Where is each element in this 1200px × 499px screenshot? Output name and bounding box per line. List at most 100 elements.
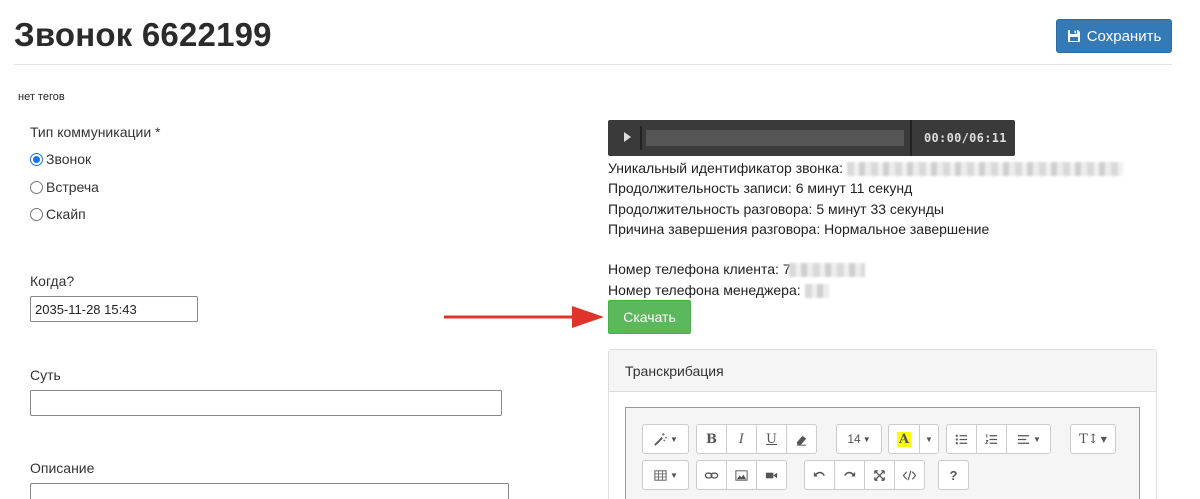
video-button[interactable] — [756, 460, 787, 490]
red-arrow-icon — [444, 306, 604, 328]
unique-id-label: Уникальный идентификатор звонка: — [608, 160, 844, 176]
help-group: ? — [938, 460, 969, 490]
italic-button[interactable]: I — [726, 424, 757, 454]
bullet-list-icon — [955, 434, 968, 444]
player-divider — [640, 126, 642, 150]
radio-meeting-control[interactable] — [30, 180, 43, 194]
text-color-button[interactable]: A — [888, 424, 920, 454]
manager-phone-label: Номер телефона менеджера: — [608, 282, 801, 298]
clear-format-button[interactable] — [786, 424, 817, 454]
floppy-disk-icon — [1067, 30, 1080, 42]
underline-icon: U — [766, 431, 777, 447]
font-style-group: B I U — [696, 424, 817, 454]
link-button[interactable] — [696, 460, 727, 490]
chevron-down-icon: ▼ — [1033, 434, 1041, 444]
font-size-group: 14 ▼ — [836, 424, 882, 454]
eraser-icon — [796, 435, 807, 446]
numbered-list-icon — [984, 433, 998, 444]
radio-skype-control[interactable] — [30, 207, 43, 221]
style-group: ▼ — [642, 424, 689, 454]
chevron-down-icon: ▼ — [1100, 434, 1107, 444]
transcription-title: Транскрибация — [609, 350, 1156, 392]
undo-button[interactable] — [804, 460, 835, 490]
numbered-list-button[interactable] — [976, 424, 1007, 454]
header-divider — [14, 64, 1172, 65]
player-divider — [910, 120, 912, 156]
record-duration: Продолжительность записи: 6 минут 11 сек… — [608, 180, 913, 196]
essence-input[interactable] — [30, 390, 502, 416]
link-icon — [704, 472, 719, 478]
table-icon — [654, 469, 667, 481]
talk-duration: Продолжительность разговора: 5 минут 33 … — [608, 201, 944, 217]
chevron-down-icon: ▼ — [862, 434, 871, 444]
download-button[interactable]: Скачать — [608, 300, 691, 334]
unique-id-line: Уникальный идентификатор звонка: — [608, 160, 1123, 177]
undo-icon — [813, 471, 825, 476]
magic-wand-icon — [654, 432, 668, 446]
align-button[interactable]: ▼ — [1006, 424, 1051, 454]
description-label: Описание — [30, 460, 95, 476]
image-button[interactable] — [726, 460, 757, 490]
play-icon[interactable] — [624, 132, 631, 142]
line-height-icon: T↕ — [1079, 431, 1099, 447]
radio-skype-label: Скайп — [46, 206, 86, 222]
redacted-manager-phone — [804, 284, 829, 299]
bold-icon: B — [706, 431, 717, 447]
history-group — [804, 460, 925, 490]
redo-button[interactable] — [834, 460, 865, 490]
page-title: Звонок 6622199 — [14, 16, 272, 53]
table-button[interactable]: ▼ — [642, 460, 689, 490]
table-group: ▼ — [642, 460, 689, 490]
transcription-panel: Транскрибация ▼ B I U 14 ▼ A ▼ ▼ T↕ ▼ ▼ … — [608, 349, 1157, 499]
save-button-label: Сохранить — [1086, 27, 1162, 45]
redo-icon — [844, 471, 856, 476]
bullet-list-button[interactable] — [946, 424, 977, 454]
client-phone-label: Номер телефона клиента: — [608, 261, 779, 277]
help-button[interactable]: ? — [938, 460, 969, 490]
underline-button[interactable]: U — [756, 424, 787, 454]
code-view-button[interactable] — [894, 460, 925, 490]
when-input[interactable] — [30, 296, 198, 322]
insert-group — [696, 460, 787, 490]
image-icon — [735, 469, 748, 481]
client-phone-line: Номер телефона клиента: 7 — [608, 261, 865, 278]
radio-call-control[interactable] — [30, 152, 43, 166]
save-button[interactable]: Сохранить — [1056, 19, 1172, 53]
end-reason: Причина завершения разговора: Нормальное… — [608, 221, 990, 237]
color-dropdown-button[interactable]: ▼ — [919, 424, 939, 454]
font-size-button[interactable]: 14 ▼ — [836, 424, 882, 454]
color-group: A ▼ — [888, 424, 939, 454]
fullscreen-button[interactable] — [864, 460, 895, 490]
redacted-unique-id — [846, 162, 1123, 177]
radio-meeting[interactable]: Встреча — [30, 179, 99, 195]
essence-label: Суть — [30, 367, 61, 383]
fullscreen-icon — [874, 469, 885, 481]
player-time: 00:00/06:11 — [924, 131, 1007, 145]
line-height-button[interactable]: T↕ ▼ — [1070, 424, 1116, 454]
video-icon — [765, 472, 778, 478]
line-height-group: T↕ ▼ — [1070, 424, 1116, 454]
audio-progress-track[interactable] — [646, 130, 904, 146]
align-left-icon — [1017, 434, 1030, 444]
redacted-client-phone — [788, 263, 865, 278]
highlight-icon: A — [896, 431, 912, 447]
radio-skype[interactable]: Скайп — [30, 206, 86, 222]
chevron-down-icon: ▼ — [925, 434, 933, 444]
manager-phone-line: Номер телефона менеджера: — [608, 282, 829, 299]
description-input[interactable] — [30, 483, 509, 499]
code-icon — [902, 470, 917, 480]
magic-style-button[interactable]: ▼ — [642, 424, 689, 454]
duration: 06:11 — [969, 131, 1007, 145]
current-time: 00:00 — [924, 131, 962, 145]
font-size-value: 14 — [847, 432, 861, 446]
radio-meeting-label: Встреча — [46, 179, 99, 195]
radio-call-label: Звонок — [46, 151, 92, 167]
radio-call[interactable]: Звонок — [30, 151, 91, 167]
question-mark-icon: ? — [949, 467, 958, 483]
chevron-down-icon: ▼ — [670, 470, 678, 480]
tags-text: нет тегов — [18, 91, 65, 103]
chevron-down-icon: ▼ — [670, 434, 678, 444]
bold-button[interactable]: B — [696, 424, 727, 454]
paragraph-group: ▼ — [946, 424, 1051, 454]
when-label: Когда? — [30, 273, 75, 289]
